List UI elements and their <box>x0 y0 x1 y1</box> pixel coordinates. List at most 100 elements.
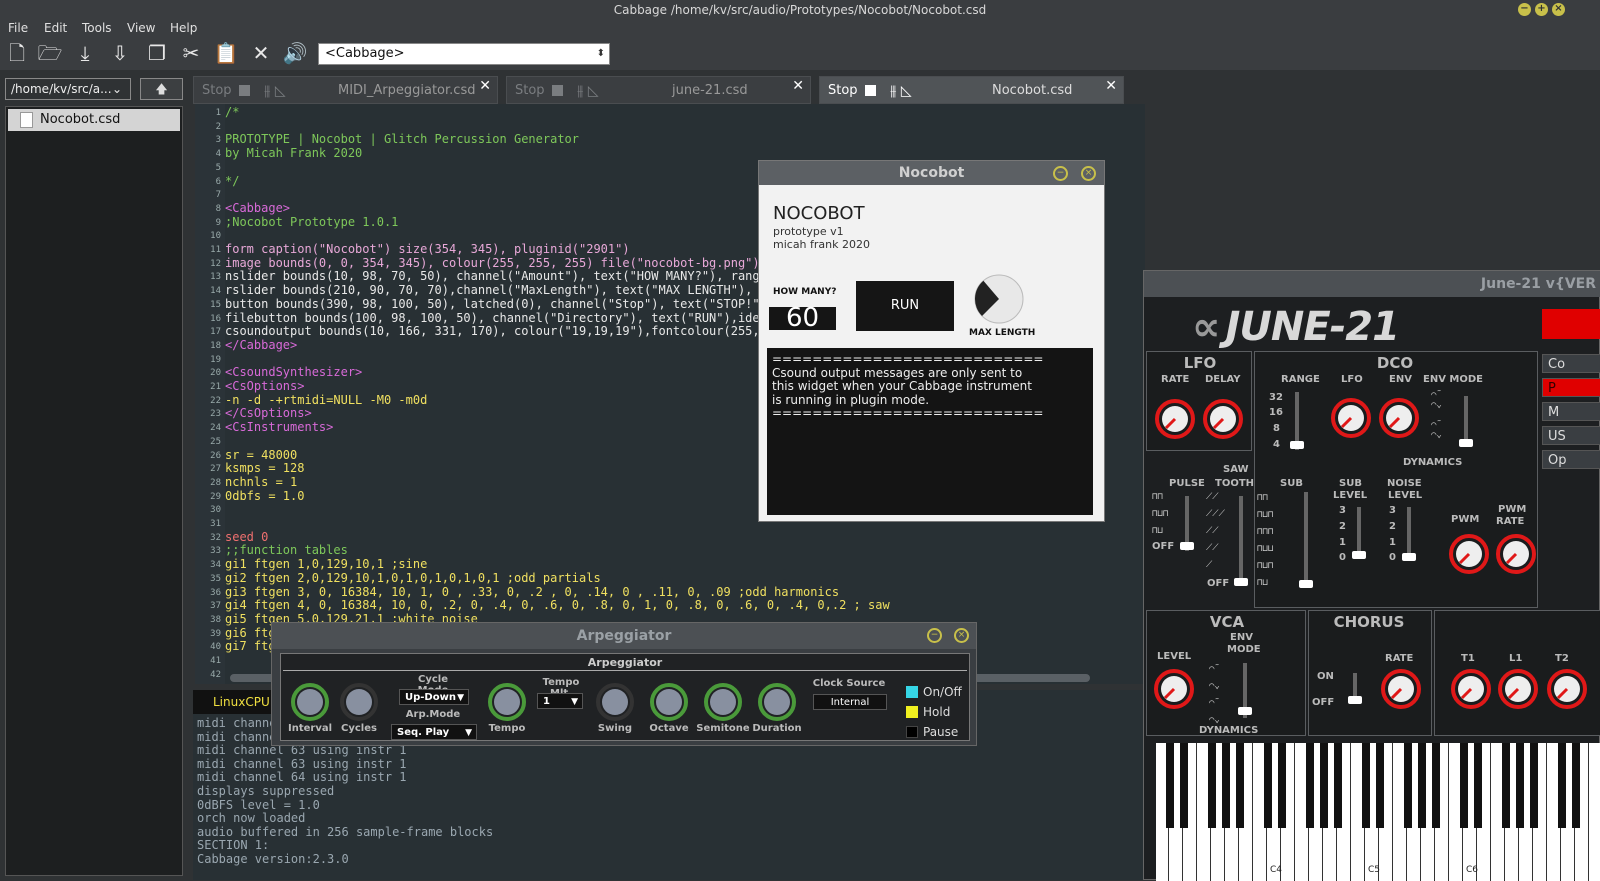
open-file-icon[interactable]: 🗁 <box>37 40 63 66</box>
black-key[interactable] <box>1236 743 1244 828</box>
arp-mode-select[interactable]: Seq. Play ▼ <box>391 724 477 740</box>
cut-icon[interactable]: ✂ <box>178 40 204 66</box>
june-p-button[interactable]: P <box>1542 378 1600 397</box>
save-as-icon[interactable]: ⇩ <box>107 40 133 66</box>
june-op-button[interactable]: Op <box>1542 450 1600 469</box>
close-icon[interactable]: × <box>1081 166 1096 181</box>
white-key[interactable] <box>1590 743 1600 881</box>
paste-icon[interactable]: 📋 <box>213 40 239 66</box>
dco-lfo-knob[interactable] <box>1331 398 1371 438</box>
sliders-icon[interactable]: ⫵ ◺ <box>890 83 912 99</box>
pwm-rate-knob[interactable] <box>1496 534 1536 574</box>
black-key[interactable] <box>1306 743 1314 828</box>
sub-fader-handle[interactable] <box>1299 580 1313 588</box>
menu-tools[interactable]: Tools <box>82 21 112 35</box>
black-key[interactable] <box>1418 743 1426 828</box>
close-tab-icon[interactable]: ✕ <box>479 78 491 94</box>
duration-knob[interactable] <box>757 682 797 722</box>
black-key[interactable] <box>1530 743 1538 828</box>
black-key[interactable] <box>1166 743 1174 828</box>
minimize-icon[interactable]: − <box>1518 3 1531 16</box>
june-red-button[interactable] <box>1542 309 1600 339</box>
menu-help[interactable]: Help <box>170 21 197 35</box>
octave-knob[interactable] <box>649 682 689 722</box>
dco-env-knob[interactable] <box>1379 398 1419 438</box>
vca-level-knob[interactable] <box>1154 669 1194 709</box>
range-fader-handle[interactable] <box>1290 441 1304 449</box>
black-key[interactable] <box>1208 743 1216 828</box>
tab-nocobot[interactable]: Stop ⫵ ◺ Nocobot.csd ✕ <box>819 76 1124 104</box>
cycle-mode-select[interactable]: Up-Down ▼ <box>399 689 469 705</box>
interval-knob[interactable] <box>290 682 330 722</box>
console-tab[interactable]: LinuxCPU <box>193 690 273 714</box>
tab-midi-arpeggiator[interactable]: Stop ⫵ ◺ MIDI_Arpeggiator.csd ✕ <box>193 76 498 104</box>
directory-up-button[interactable]: 🡅 <box>140 78 183 100</box>
black-key[interactable] <box>1572 743 1580 828</box>
stop-square-icon[interactable] <box>552 85 563 96</box>
stop-label[interactable]: Stop <box>202 83 232 98</box>
hold-checkbox[interactable] <box>906 706 918 718</box>
black-key[interactable] <box>1222 743 1230 828</box>
black-key[interactable] <box>1474 743 1482 828</box>
chorus-fader-handle[interactable] <box>1348 696 1362 704</box>
lfo-rate-knob[interactable] <box>1155 399 1195 439</box>
black-key[interactable] <box>1558 743 1566 828</box>
june-copy-button[interactable]: Co <box>1542 354 1600 373</box>
semitone-knob[interactable] <box>703 682 743 722</box>
vca-env-fader-handle[interactable] <box>1238 707 1252 715</box>
black-key[interactable] <box>1362 743 1370 828</box>
chorus-rate-knob[interactable] <box>1381 669 1421 709</box>
clock-source-select[interactable]: Internal <box>813 694 887 710</box>
menu-file[interactable]: File <box>8 21 28 35</box>
max-length-knob[interactable] <box>973 273 1025 325</box>
pause-checkbox[interactable] <box>906 726 918 738</box>
black-key[interactable] <box>1320 743 1328 828</box>
onoff-checkbox[interactable] <box>906 686 918 698</box>
black-key[interactable] <box>1516 743 1524 828</box>
stop-square-icon[interactable] <box>239 85 250 96</box>
tree-item-nocobot[interactable]: Nocobot.csd <box>8 109 180 131</box>
close-icon[interactable]: × <box>954 628 969 643</box>
stop-label[interactable]: Stop <box>828 83 858 98</box>
audio-icon[interactable]: 🔊 <box>282 40 308 66</box>
tempo-knob[interactable] <box>487 682 527 722</box>
cycles-knob[interactable] <box>339 682 379 722</box>
tempo-mlt-select[interactable]: 1 ▼ <box>537 693 583 709</box>
black-key[interactable] <box>1278 743 1286 828</box>
black-key[interactable] <box>1334 743 1342 828</box>
pulse-fader-handle[interactable] <box>1180 542 1194 550</box>
black-key[interactable] <box>1180 743 1188 828</box>
black-key[interactable] <box>1404 743 1412 828</box>
menu-edit[interactable]: Edit <box>44 21 67 35</box>
saw-fader-handle[interactable] <box>1234 578 1248 586</box>
pwm-knob[interactable] <box>1449 534 1489 574</box>
stop-square-icon[interactable] <box>865 85 876 96</box>
l1-knob[interactable] <box>1498 669 1538 709</box>
env-mode-fader-handle[interactable] <box>1459 439 1473 447</box>
howmany-number-slider[interactable]: 60 <box>769 305 836 331</box>
copy-icon[interactable]: ❐ <box>144 40 170 66</box>
stop-label[interactable]: Stop <box>515 83 545 98</box>
minimize-icon[interactable]: − <box>1053 166 1068 181</box>
new-file-icon[interactable]: 🗋 <box>4 40 30 66</box>
tab-june-21[interactable]: Stop ⫵ ◺ june-21.csd ✕ <box>506 76 811 104</box>
settings-icon[interactable]: ✕ <box>248 40 274 66</box>
june-m-button[interactable]: M <box>1542 402 1600 421</box>
close-icon[interactable]: × <box>1552 3 1565 16</box>
june-us-button[interactable]: US <box>1542 426 1600 445</box>
close-tab-icon[interactable]: ✕ <box>792 78 804 94</box>
sliders-icon[interactable]: ⫵ ◺ <box>264 83 286 99</box>
file-type-select[interactable]: <Cabbage> ⬍ <box>318 43 610 65</box>
t2-knob[interactable] <box>1547 669 1587 709</box>
save-icon[interactable]: ⤓ <box>72 40 98 66</box>
close-tab-icon[interactable]: ✕ <box>1105 78 1117 94</box>
black-key[interactable] <box>1502 743 1510 828</box>
run-button[interactable]: RUN <box>856 281 954 331</box>
menu-view[interactable]: View <box>127 21 155 35</box>
maximize-icon[interactable]: + <box>1535 3 1548 16</box>
directory-select[interactable]: /home/kv/src/a... ⌄ <box>5 78 131 100</box>
sliders-icon[interactable]: ⫵ ◺ <box>577 83 599 99</box>
black-key[interactable] <box>1460 743 1468 828</box>
lfo-delay-knob[interactable] <box>1203 399 1243 439</box>
black-key[interactable] <box>1432 743 1440 828</box>
